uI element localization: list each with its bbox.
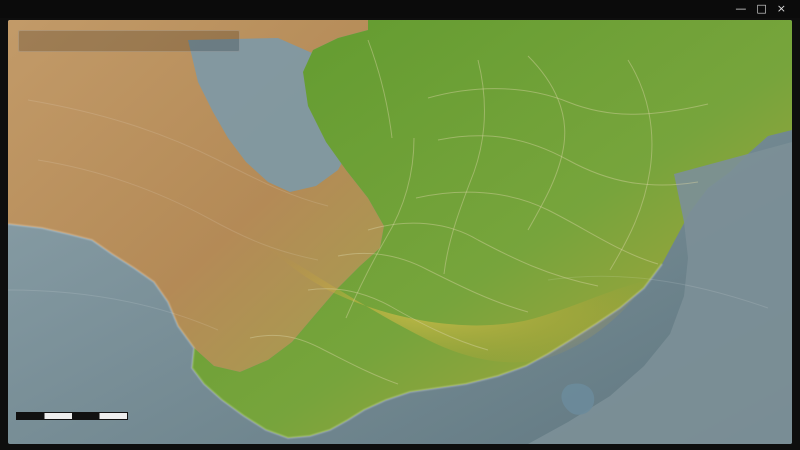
window-controls: — □ × <box>735 2 786 15</box>
map-render <box>8 20 792 444</box>
map-scale-bar <box>12 412 132 436</box>
scale-bar-graphic <box>16 412 128 420</box>
close-icon[interactable]: × <box>777 2 786 15</box>
map-app-window: — □ × <box>0 0 800 450</box>
title-bar: — □ × <box>0 0 800 18</box>
maximize-icon[interactable]: □ <box>756 2 766 15</box>
minimize-icon[interactable]: — <box>735 2 746 15</box>
map-info-panel[interactable] <box>18 30 240 52</box>
map-canvas[interactable] <box>8 20 792 444</box>
